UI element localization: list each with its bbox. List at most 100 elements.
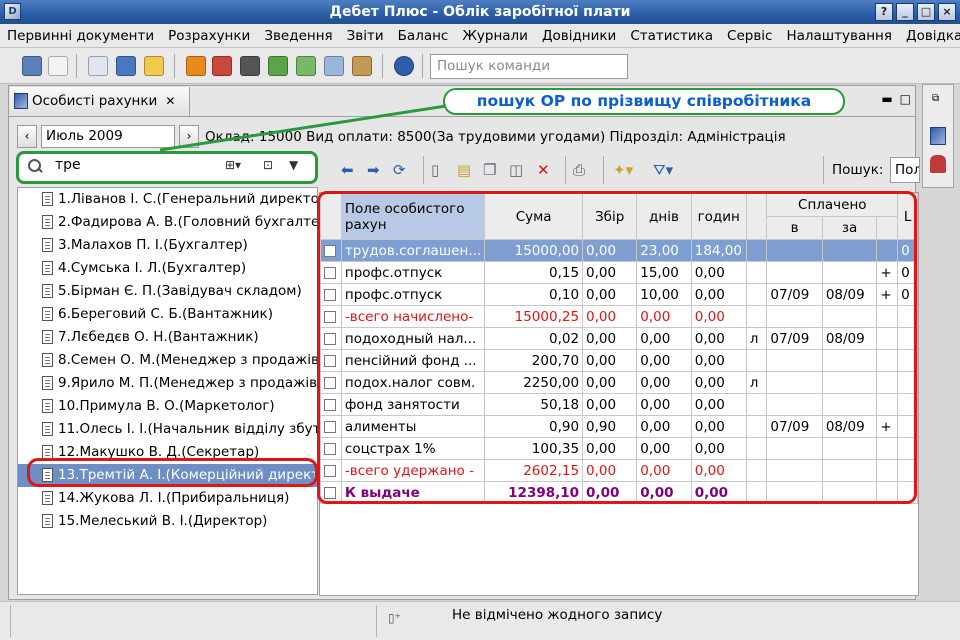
employee-item[interactable]: 2.Фадирова А. В.(Головний бухгалтер)	[18, 211, 317, 234]
orange-square-icon[interactable]	[186, 56, 206, 76]
account-info: Оклад: 15000 Вид оплати: 8500(За трудови…	[205, 128, 786, 145]
new-record-icon[interactable]: ▯	[431, 161, 439, 179]
maximize-view-icon[interactable]: □	[900, 92, 911, 106]
monitor-icon[interactable]	[116, 56, 136, 76]
command-search-input[interactable]: Пошук команди	[430, 54, 628, 79]
menu-item[interactable]: Звіти	[340, 28, 391, 44]
close-tab-icon[interactable]: ✕	[165, 94, 175, 108]
tools-icon[interactable]	[352, 56, 372, 76]
grid-search-label: Пошук:	[832, 162, 884, 178]
menu-item[interactable]: Налаштування	[779, 28, 899, 44]
document-icon	[42, 353, 53, 367]
close-button[interactable]: ×	[938, 3, 956, 21]
add-filter-icon[interactable]: ⊡	[263, 158, 273, 172]
menu-item[interactable]: Зведення	[257, 28, 339, 44]
database-icon[interactable]	[22, 56, 42, 76]
menu-item[interactable]: Сервіс	[720, 28, 779, 44]
help-icon[interactable]	[394, 56, 414, 76]
copy-icon[interactable]: ❐	[483, 161, 496, 179]
delete-icon[interactable]: ✕	[537, 161, 550, 179]
document-icon	[42, 330, 53, 344]
lightning-icon[interactable]	[144, 56, 164, 76]
period-bar: ‹ Июль 2009 › Оклад: 15000 Вид оплати: 8…	[17, 124, 907, 149]
camera-icon[interactable]	[240, 56, 260, 76]
status-text: Не відмічено жодного запису	[452, 607, 663, 623]
add-user-icon[interactable]	[296, 56, 316, 76]
employee-item[interactable]: 10.Примула В. О.(Маркетолог)	[18, 395, 317, 418]
employee-name: 5.Бірман Є. П.(Завідувач складом)	[58, 283, 302, 299]
main-toolbar: Пошук команди	[0, 48, 960, 84]
accounts-tab-icon	[14, 93, 28, 109]
next-month-button[interactable]: ›	[179, 125, 199, 148]
grid-search-input[interactable]: Пол	[890, 157, 920, 183]
menu-item[interactable]: Журнали	[455, 28, 535, 44]
find-record-icon[interactable]: ◫	[509, 161, 523, 179]
tab-personal-accounts[interactable]: Особисті рахунки ✕	[10, 87, 190, 116]
arrow-right-icon[interactable]: ➡	[367, 161, 380, 179]
prev-month-button[interactable]: ‹	[17, 125, 37, 148]
filter-icon[interactable]: ⛛▾	[653, 161, 673, 179]
search-icon[interactable]	[324, 56, 344, 76]
person-card-icon[interactable]	[212, 56, 232, 76]
employee-search-box[interactable]: тре ⊞▾ ⊡ ▼	[16, 151, 318, 184]
month-field[interactable]: Июль 2009	[41, 125, 175, 148]
binoculars-icon[interactable]: ⊞▾	[225, 158, 241, 172]
employee-name: 7.Лєбедєв О. Н.(Вантажник)	[58, 329, 259, 345]
accounts-view-icon[interactable]	[930, 127, 946, 145]
employee-search-input[interactable]: тре	[55, 157, 81, 173]
employee-item[interactable]: 4.Сумська І. Л.(Бухгалтер)	[18, 257, 317, 280]
employee-name: 1.Ліванов І. С.(Генеральний директор)	[58, 191, 318, 207]
help-window-button[interactable]: ?	[875, 3, 893, 21]
money-icon[interactable]	[268, 56, 288, 76]
menu-item[interactable]: Первинні документи	[0, 28, 161, 44]
employee-name: 14.Жукова Л. І.(Прибиральниця)	[58, 490, 290, 506]
document-icon	[42, 238, 53, 252]
new-document-icon[interactable]	[48, 56, 68, 76]
menu-item[interactable]: Довідники	[535, 28, 623, 44]
side-toolbar: ⧉	[922, 84, 954, 188]
title-bar: D Дебет Плюс - Облік заробітної плати ? …	[0, 0, 960, 24]
document-icon	[42, 215, 53, 229]
employee-item[interactable]: 8.Семен О. М.(Менеджер з продажів)	[18, 349, 318, 372]
employee-item[interactable]: 9.Ярило М. П.(Менеджер з продажів)	[18, 372, 318, 395]
chevron-down-icon[interactable]: ▼	[289, 158, 298, 172]
maximize-button[interactable]: □	[917, 3, 935, 21]
menu-item[interactable]: Статистика	[623, 28, 720, 44]
refresh-icon[interactable]: ⟳	[393, 161, 406, 179]
employee-panel: тре ⊞▾ ⊡ ▼ 1.Ліванов І. С.(Генеральний д…	[16, 150, 318, 596]
employee-item[interactable]: 15.Мелеський В. І.(Директор)	[18, 510, 317, 533]
employee-name: 8.Семен О. М.(Менеджер з продажів)	[58, 352, 318, 368]
minimize-button[interactable]: _	[896, 3, 914, 21]
users-icon[interactable]	[930, 155, 946, 173]
document-icon	[42, 307, 53, 321]
edit-record-icon[interactable]: ▤	[457, 161, 471, 179]
minimize-view-icon[interactable]: ▬	[881, 92, 892, 106]
document-icon	[42, 422, 53, 436]
tab-label: Особисті рахунки	[32, 93, 158, 109]
card-icon[interactable]	[88, 56, 108, 76]
employee-item[interactable]: 5.Бірман Є. П.(Завідувач складом)	[18, 280, 317, 303]
employee-item[interactable]: 7.Лєбедєв О. Н.(Вантажник)	[18, 326, 317, 349]
document-icon	[42, 376, 53, 390]
employee-item[interactable]: 1.Ліванов І. С.(Генеральний директор)	[18, 188, 318, 211]
document-icon	[42, 192, 53, 206]
employee-name: 9.Ярило М. П.(Менеджер з продажів)	[58, 375, 318, 391]
menu-item[interactable]: Довідка	[899, 28, 960, 44]
menu-item[interactable]: Баланс	[391, 28, 456, 44]
annotation-callout: пошук ОР по прізвищу співробітника	[443, 88, 845, 115]
restore-icon[interactable]: ⧉	[932, 93, 939, 104]
print-icon[interactable]: ⎙	[573, 161, 585, 179]
arrow-left-icon[interactable]: ⬅	[341, 161, 354, 179]
document-icon	[42, 445, 53, 459]
employee-item[interactable]: 11.Олесь І. І.(Начальник відділу збуту)	[18, 418, 317, 441]
document-icon	[42, 284, 53, 298]
menu-bar: Первинні документи Розрахунки Зведення З…	[0, 24, 960, 48]
employee-item[interactable]: 6.Береговий С. Б.(Вантажник)	[18, 303, 317, 326]
employee-item[interactable]: 14.Жукова Л. І.(Прибиральниця)	[18, 487, 317, 510]
menu-item[interactable]: Розрахунки	[161, 28, 257, 44]
mark-icon: ▯⁺	[388, 611, 401, 625]
selected-employee-highlight	[27, 458, 318, 487]
employee-name: 15.Мелеський В. І.(Директор)	[58, 513, 268, 529]
wand-icon[interactable]: ✦▾	[613, 161, 633, 179]
employee-item[interactable]: 3.Малахов П. І.(Бухгалтер)	[18, 234, 317, 257]
